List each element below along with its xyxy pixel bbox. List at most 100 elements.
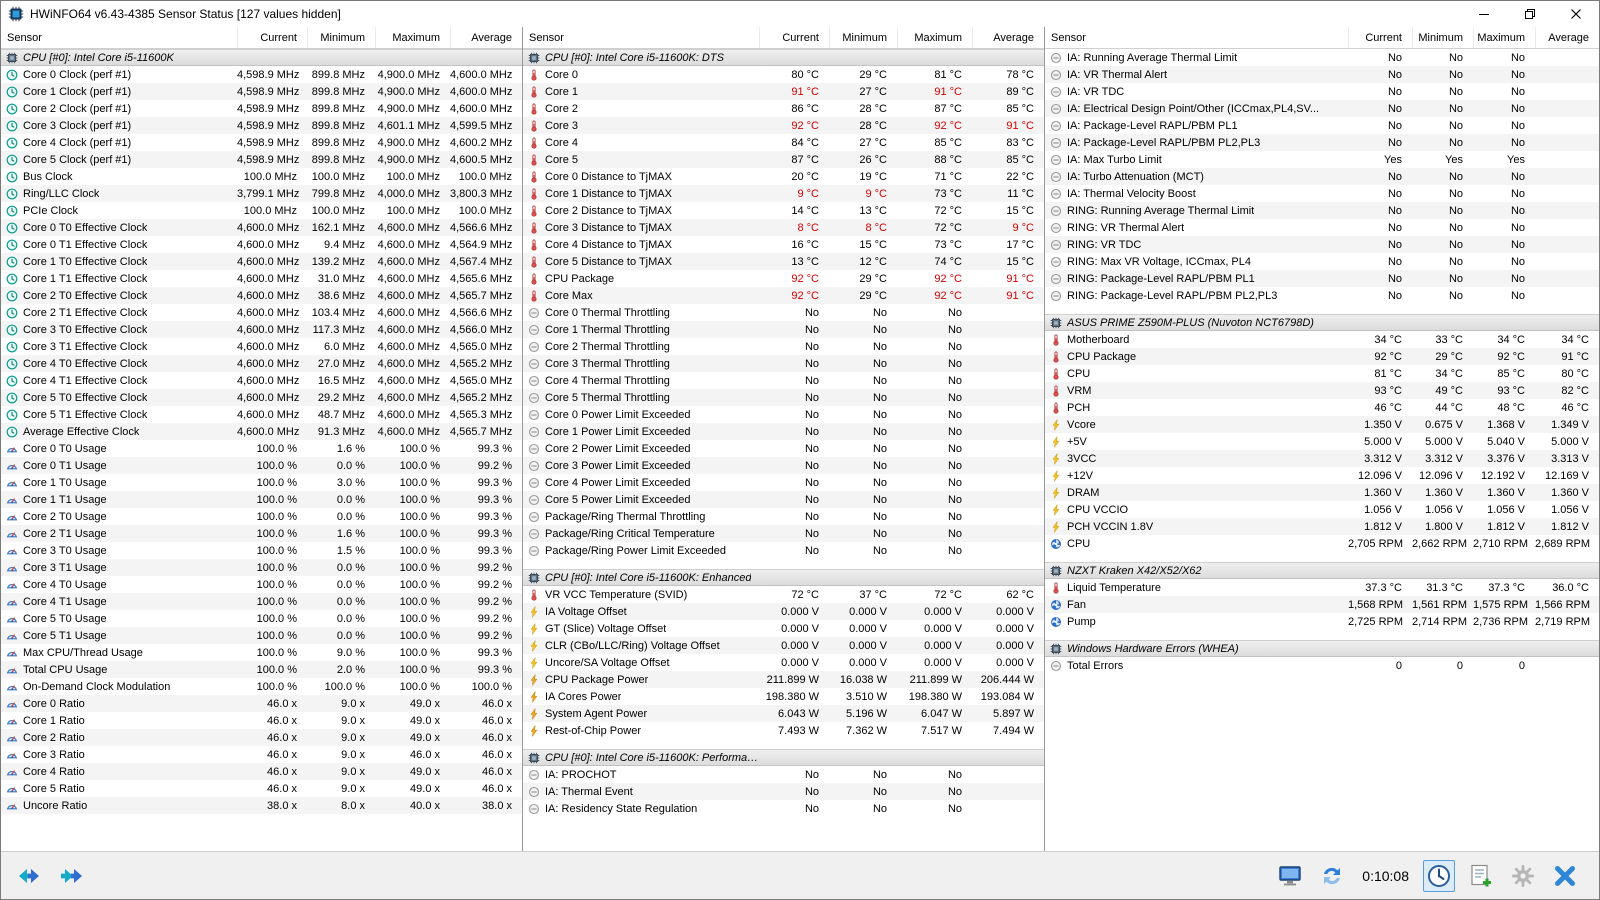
sensor-row[interactable]: On-Demand Clock Modulation 100.0 % 100.0 %… [1,678,522,695]
sensor-row[interactable]: Core 3 Clock (perf #1) 4,598.9 MHz 899.8 M… [1,117,522,134]
sensor-row[interactable]: Core 3 Distance to TjMAX 8 °C 8 °C 72 °C 9 °… [523,219,1044,236]
sensor-row[interactable]: Motherboard 34 °C 33 °C 34 °C 34 °C [1045,331,1599,348]
sensor-row[interactable]: IA: Max Turbo Limit Yes Yes Yes [1045,151,1599,168]
sensor-row[interactable]: Core 1 Power Limit Exceeded No No No [523,423,1044,440]
sensor-row[interactable]: Core 0 T0 Usage 100.0 % 1.6 % 100.0 % 99.3 % [1,440,522,457]
sensor-row[interactable]: Core 1 Thermal Throttling No No No [523,321,1044,338]
sensor-row[interactable]: GT (Slice) Voltage Offset 0.000 V 0.000 V 0… [523,620,1044,637]
sensor-row[interactable]: Core 4 Clock (perf #1) 4,598.9 MHz 899.8 M… [1,134,522,151]
column-header-minimum[interactable]: Minimum [307,27,375,48]
sensor-row[interactable]: Uncore Ratio 38.0 x 8.0 x 40.0 x 38.0 x [1,797,522,814]
sensor-row[interactable]: IA: Turbo Attenuation (MCT) No No No [1045,168,1599,185]
sensor-row[interactable]: Core 0 Power Limit Exceeded No No No [523,406,1044,423]
sensor-section-header[interactable]: CPU [#0]: Intel Core i5-11600K: DTS [523,49,1044,66]
minimize-button[interactable] [1461,1,1507,27]
sensor-row[interactable]: Core 2 Ratio 46.0 x 9.0 x 49.0 x 46.0 x [1,729,522,746]
sensor-row[interactable]: Core 5 T1 Effective Clock 4,600.0 MHz 48.7… [1,406,522,423]
sensor-row[interactable]: Core 3 Power Limit Exceeded No No No [523,457,1044,474]
add-report-button[interactable] [1465,860,1497,892]
sensor-row[interactable]: Rest-of-Chip Power 7.493 W 7.362 W 7.517 W 7… [523,722,1044,739]
column-header-sensor[interactable]: Sensor [1045,32,1348,44]
sensor-row[interactable]: PCIe Clock 100.0 MHz 100.0 MHz 100.0 MHz 100… [1,202,522,219]
sensor-row[interactable]: Fan 1,568 RPM 1,561 RPM 1,575 RPM 1,566 RPM [1045,596,1599,613]
sensor-row[interactable]: Core 2 Thermal Throttling No No No [523,338,1044,355]
sensor-section-header[interactable]: CPU [#0]: Intel Core i5-11600K: Performa… [523,749,1044,766]
sensor-row[interactable]: Core 4 Thermal Throttling No No No [523,372,1044,389]
titlebar[interactable]: HWiNFO64 v6.43-4385 Sensor Status [127 v… [1,1,1599,27]
sync-sensors-button[interactable] [1316,860,1348,892]
page-back-button[interactable] [13,860,45,892]
sensor-row[interactable]: Package/Ring Critical Temperature No No No [523,525,1044,542]
sensor-row[interactable]: IA: VR Thermal Alert No No No [1045,66,1599,83]
sensor-row[interactable]: Package/Ring Power Limit Exceeded No No No [523,542,1044,559]
sensor-row[interactable]: IA: Package-Level RAPL/PBM PL1 No No No [1045,117,1599,134]
sensor-row[interactable]: Core 4 Power Limit Exceeded No No No [523,474,1044,491]
sensor-row[interactable]: DRAM 1.360 V 1.360 V 1.360 V 1.360 V [1045,484,1599,501]
sensor-row[interactable]: IA Cores Power 198.380 W 3.510 W 198.380 W 1… [523,688,1044,705]
clock-toggle-button[interactable] [1423,859,1455,892]
sensor-row[interactable]: Core 2 T1 Usage 100.0 % 1.6 % 100.0 % 99.3 % [1,525,522,542]
sensor-row[interactable]: Core 5 Distance to TjMAX 13 °C 12 °C 74 °C 1… [523,253,1044,270]
sensor-row[interactable]: Core 1 Ratio 46.0 x 9.0 x 49.0 x 46.0 x [1,712,522,729]
sensor-row[interactable]: IA: VR TDC No No No [1045,83,1599,100]
sensor-row[interactable]: Core 0 80 °C 29 °C 81 °C 78 °C [523,66,1044,83]
sensor-row[interactable]: Core 0 Clock (perf #1) 4,598.9 MHz 899.8 M… [1,66,522,83]
sensor-row[interactable]: Core 3 Thermal Throttling No No No [523,355,1044,372]
remote-monitor-button[interactable] [1274,860,1306,892]
sensor-row[interactable]: IA: Thermal Velocity Boost No No No [1045,185,1599,202]
sensor-row[interactable]: Core 1 Clock (perf #1) 4,598.9 MHz 899.8 M… [1,83,522,100]
sensor-row[interactable]: Core 3 T1 Usage 100.0 % 0.0 % 100.0 % 99.2 % [1,559,522,576]
sensor-row[interactable]: RING: Max VR Voltage, ICCmax, PL4 No No No [1045,253,1599,270]
sensor-row[interactable]: Liquid Temperature 37.3 °C 31.3 °C 37.3 °C 3… [1045,579,1599,596]
sensor-row[interactable]: CPU Package 92 °C 29 °C 92 °C 91 °C [1045,348,1599,365]
sensor-section-header[interactable]: CPU [#0]: Intel Core i5-11600K [1,49,522,66]
sensor-row[interactable]: Core 4 T0 Effective Clock 4,600.0 MHz 27.0… [1,355,522,372]
sensor-section-header[interactable]: NZXT Kraken X42/X52/X62 [1045,562,1599,579]
column-header-sensor[interactable]: Sensor [523,32,759,44]
sensor-row[interactable]: Core 5 Power Limit Exceeded No No No [523,491,1044,508]
column-header-current[interactable]: Current [237,27,307,48]
sensor-row[interactable]: Core 5 Thermal Throttling No No No [523,389,1044,406]
sensor-section-header[interactable]: CPU [#0]: Intel Core i5-11600K: Enhanced [523,569,1044,586]
sensor-row[interactable]: Core 1 91 °C 27 °C 91 °C 89 °C [523,83,1044,100]
sensor-row[interactable]: Core 4 84 °C 27 °C 85 °C 83 °C [523,134,1044,151]
sensor-row[interactable]: VR VCC Temperature (SVID) 72 °C 37 °C 72 °C… [523,586,1044,603]
sensor-row[interactable]: Core 0 T1 Usage 100.0 % 0.0 % 100.0 % 99.2 % [1,457,522,474]
sensor-row[interactable]: Core 1 T0 Usage 100.0 % 3.0 % 100.0 % 99.3 % [1,474,522,491]
sensor-row[interactable]: +12V 12.096 V 12.096 V 12.192 V 12.169 V [1045,467,1599,484]
sensor-row[interactable]: Core 2 Clock (perf #1) 4,598.9 MHz 899.8 M… [1,100,522,117]
sensor-row[interactable]: Core 4 T0 Usage 100.0 % 0.0 % 100.0 % 99.2 % [1,576,522,593]
sensor-row[interactable]: VRM 93 °C 49 °C 93 °C 82 °C [1045,382,1599,399]
page-forward-button[interactable] [55,860,87,892]
sensor-row[interactable]: RING: VR TDC No No No [1045,236,1599,253]
sensor-row[interactable]: Core 2 Power Limit Exceeded No No No [523,440,1044,457]
sensor-row[interactable]: RING: Package-Level RAPL/PBM PL2,PL3 No No… [1045,287,1599,304]
sensor-row[interactable]: IA: Running Average Thermal Limit No No No [1045,49,1599,66]
sensor-row[interactable]: Max CPU/Thread Usage 100.0 % 9.0 % 100.0 % 9… [1,644,522,661]
sensor-row[interactable]: Core 4 T1 Usage 100.0 % 0.0 % 100.0 % 99.2 % [1,593,522,610]
sensor-row[interactable]: Core 1 T1 Usage 100.0 % 0.0 % 100.0 % 99.3 % [1,491,522,508]
column-header-average[interactable]: Average [1535,27,1599,48]
sensor-row[interactable]: Core 5 T1 Usage 100.0 % 0.0 % 100.0 % 99.2 % [1,627,522,644]
sensor-row[interactable]: Bus Clock 100.0 MHz 100.0 MHz 100.0 MHz 100.… [1,168,522,185]
sensor-row[interactable]: +5V 5.000 V 5.000 V 5.040 V 5.000 V [1045,433,1599,450]
sensor-row[interactable]: IA: Package-Level RAPL/PBM PL2,PL3 No No No [1045,134,1599,151]
sensor-section-header[interactable]: ASUS PRIME Z590M-PLUS (Nuvoton NCT6798D) [1045,314,1599,331]
sensor-row[interactable]: Core 1 T1 Effective Clock 4,600.0 MHz 31.0… [1,270,522,287]
sensor-row[interactable]: Average Effective Clock 4,600.0 MHz 91.3 M… [1,423,522,440]
sensor-row[interactable]: Core 1 T0 Effective Clock 4,600.0 MHz 139.… [1,253,522,270]
sensor-section-header[interactable]: Windows Hardware Errors (WHEA) [1045,640,1599,657]
maximize-button[interactable] [1507,1,1553,27]
sensor-row[interactable]: Core 0 T1 Effective Clock 4,600.0 MHz 9.4 … [1,236,522,253]
sensor-row[interactable]: Core 4 Ratio 46.0 x 9.0 x 49.0 x 46.0 x [1,763,522,780]
sensor-row[interactable]: Core 3 T1 Effective Clock 4,600.0 MHz 6.0 … [1,338,522,355]
sensor-row[interactable]: Core 0 T0 Effective Clock 4,600.0 MHz 162.… [1,219,522,236]
sensor-row[interactable]: CPU Package 92 °C 29 °C 92 °C 91 °C [523,270,1044,287]
sensor-row[interactable]: Core 2 T1 Effective Clock 4,600.0 MHz 103.… [1,304,522,321]
sensor-row[interactable]: RING: VR Thermal Alert No No No [1045,219,1599,236]
sensor-row[interactable]: 3VCC 3.312 V 3.312 V 3.376 V 3.313 V [1045,450,1599,467]
sensor-row[interactable]: CPU Package Power 211.899 W 16.038 W 211.89… [523,671,1044,688]
sensor-row[interactable]: Core 5 Clock (perf #1) 4,598.9 MHz 899.8 M… [1,151,522,168]
sensor-row[interactable]: Core 2 T0 Effective Clock 4,600.0 MHz 38.6… [1,287,522,304]
sensor-row[interactable]: IA Voltage Offset 0.000 V 0.000 V 0.000 V 0.… [523,603,1044,620]
